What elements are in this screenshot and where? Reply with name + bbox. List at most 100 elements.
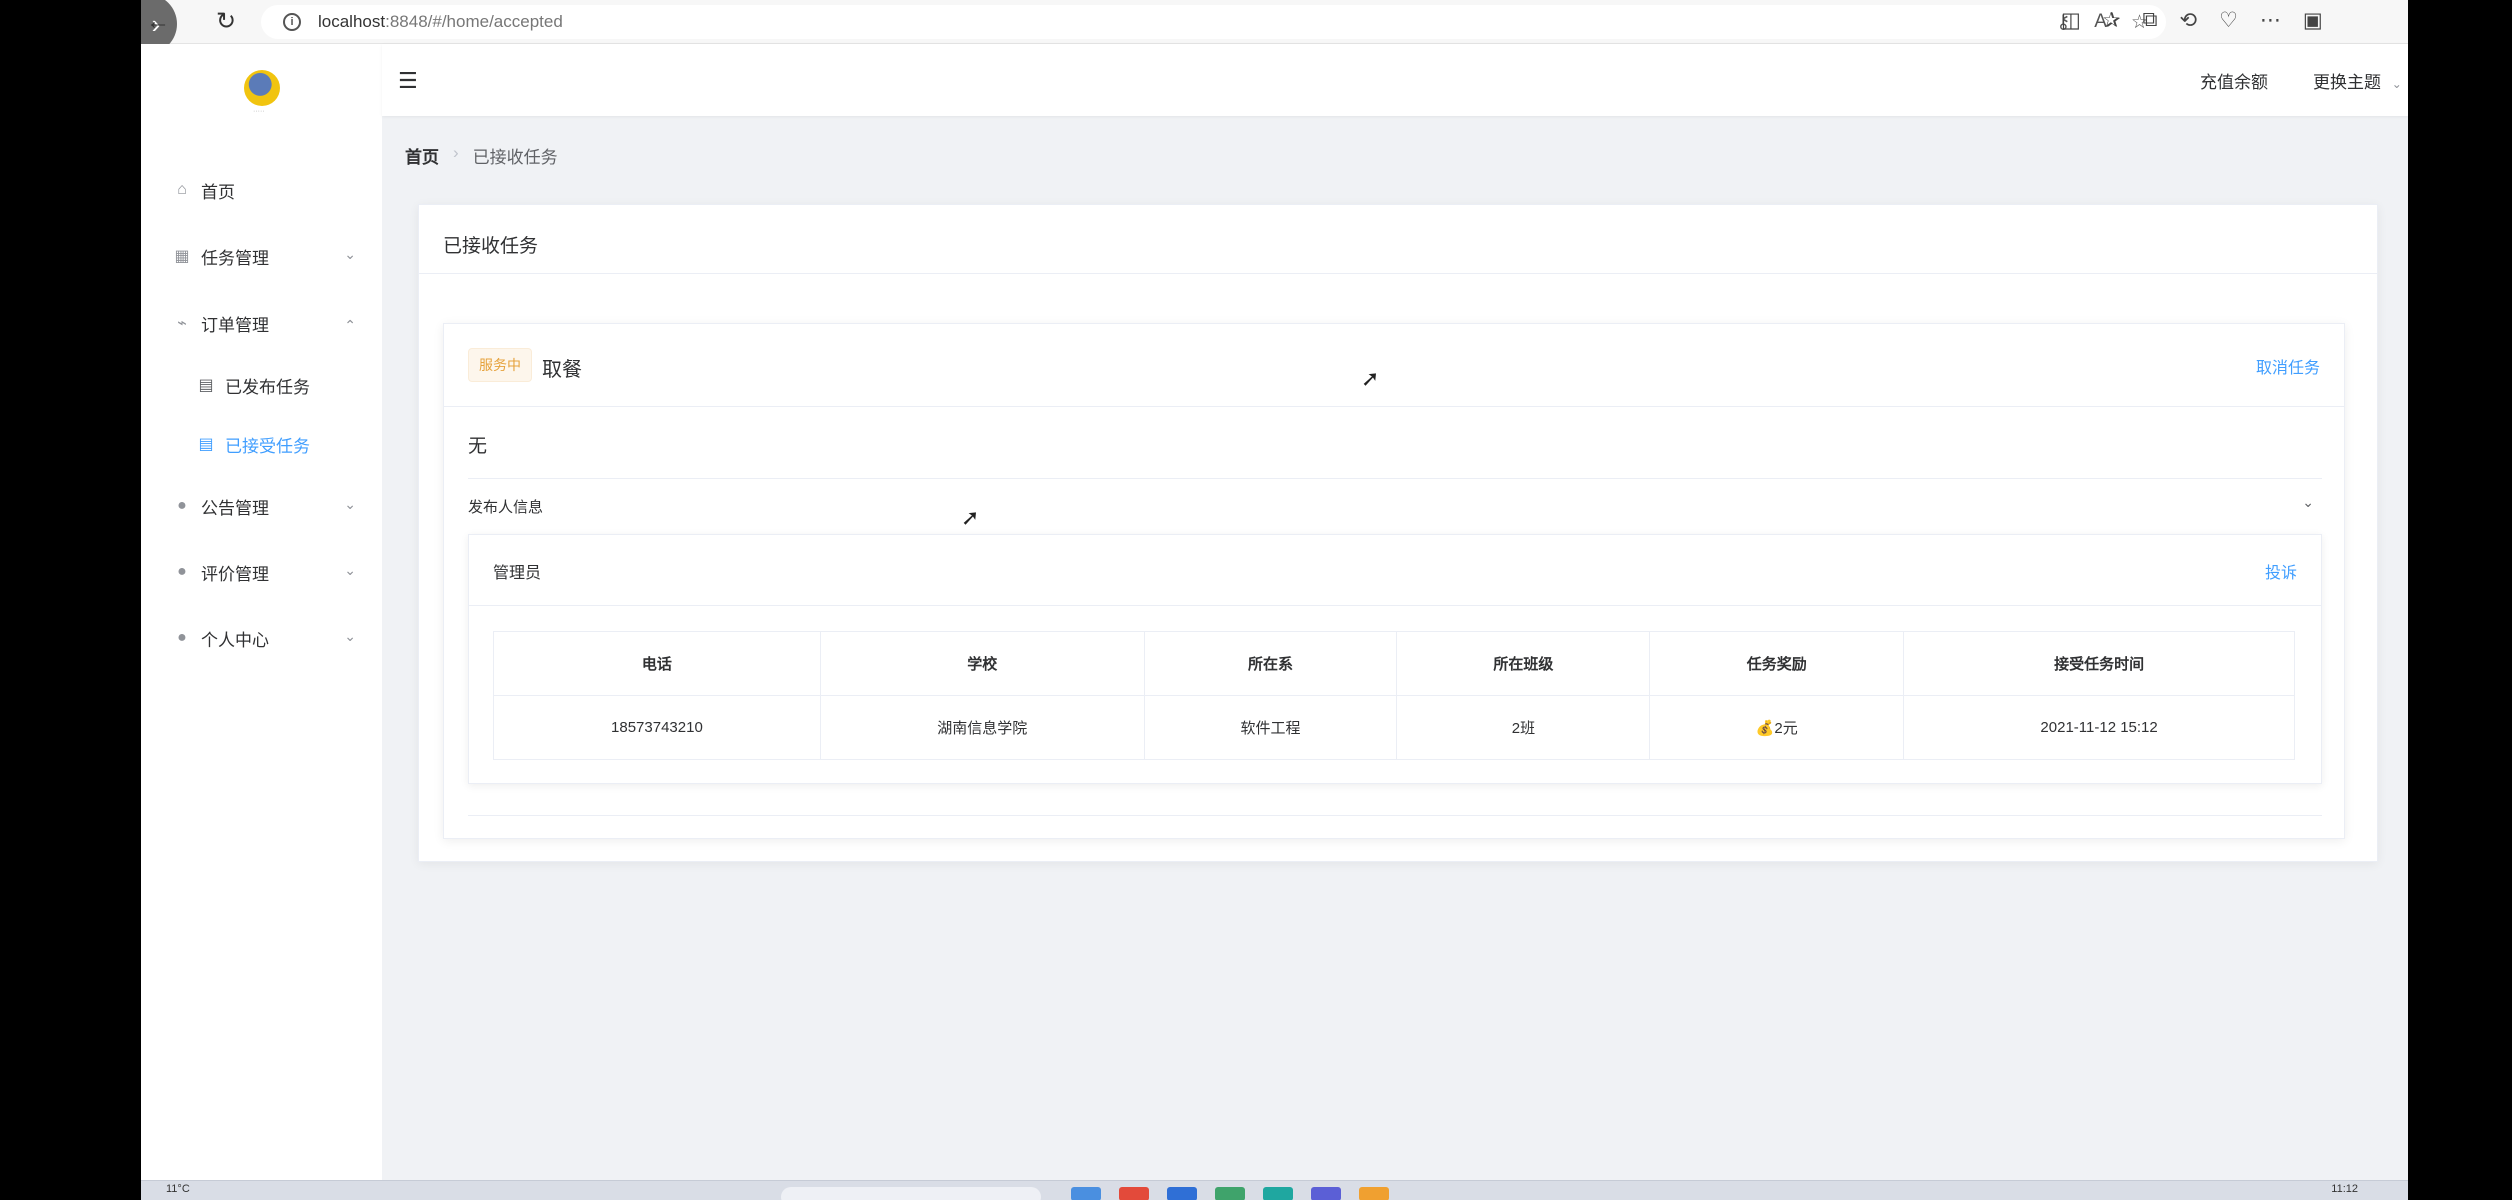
publisher-name: 管理员	[493, 565, 542, 582]
app-window: › ← ↻ i localhost:8848/#/home/accepted ⚷…	[141, 0, 2408, 1200]
task-card: 服务中 取餐 取消任务 无 发布人信息 ⌄ 管理员 投诉 电话 学校 所在系 所…	[443, 323, 2345, 839]
sidebar-item-published-tasks[interactable]: ▤ 已发布任务	[141, 363, 382, 407]
favorites-icon[interactable]: ✰	[2103, 8, 2121, 33]
sidebar-item-label: 评价管理	[201, 564, 269, 584]
top-header: ☰ 充值余额 更换主题 ⌄ 李 ⌄	[382, 44, 2408, 116]
os-taskbar: 11°C 11:12	[141, 1180, 2408, 1200]
publisher-card: 管理员 投诉 电话 学校 所在系 所在班级 任务奖励 接受任务时间 185737…	[468, 534, 2322, 784]
collections-icon[interactable]: ⧉	[2142, 8, 2157, 33]
weather-widget[interactable]: 11°C	[166, 1183, 190, 1195]
sidebar-item-label: 已接受任务	[225, 436, 310, 456]
publisher-section-header[interactable]: 发布人信息	[468, 496, 543, 517]
clipboard-icon: ▤	[198, 436, 214, 453]
sidebar-item-label: 公告管理	[201, 498, 269, 518]
home-icon: ⌂	[177, 181, 187, 198]
sidebar-item-accepted-tasks[interactable]: ▤ 已接受任务	[141, 422, 382, 466]
divider	[469, 605, 2321, 606]
sidebar-item-label: 首页	[201, 182, 235, 202]
paperclip-icon: ⌁	[177, 315, 187, 332]
chevron-down-icon: ⌄	[344, 628, 356, 644]
task-description: 无	[468, 436, 488, 457]
chevron-down-icon: ⌄	[344, 246, 356, 262]
refresh-icon[interactable]: ↻	[212, 8, 240, 36]
sidebar-item-order-management[interactable]: ⌁ 订单管理 ⌃	[141, 301, 382, 345]
column-header: 学校	[819, 631, 1145, 696]
more-icon[interactable]: ⋯	[2260, 8, 2281, 33]
breadcrumb-current: 已接收任务	[472, 148, 558, 167]
mouse-cursor-icon: ➚	[961, 505, 980, 530]
breadcrumb-home[interactable]: 首页	[405, 143, 439, 168]
page-title: 已接收任务	[443, 236, 539, 257]
table-cell: 18573743210	[493, 695, 821, 760]
breadcrumb-separator-icon: ›	[453, 143, 459, 162]
back-icon[interactable]: ←	[144, 8, 172, 36]
sidebar-icon[interactable]: ▣	[2303, 8, 2323, 33]
mouse-cursor-icon: ➚	[1361, 366, 1380, 391]
taskbar-app-icons	[1071, 1187, 1389, 1200]
app-icon[interactable]	[1071, 1187, 1101, 1200]
change-theme-dropdown[interactable]: 更换主题 ⌄	[2313, 68, 2402, 93]
app-icon[interactable]	[1263, 1187, 1293, 1200]
cancel-task-button[interactable]: 取消任务	[2256, 354, 2320, 378]
taskbar-search[interactable]	[781, 1187, 1041, 1200]
extensions-icon[interactable]: ♡	[2219, 8, 2238, 33]
column-header: 所在班级	[1396, 631, 1651, 696]
chevron-down-icon: ⌄	[344, 496, 356, 512]
task-name: 取餐	[542, 359, 582, 381]
app-logo[interactable]	[244, 70, 280, 106]
history-icon[interactable]: ⟲	[2179, 8, 2197, 33]
accepted-tasks-card: 已接收任务 服务中 取餐 取消任务 无 发布人信息 ⌄ 管理员 投诉 电话 学校…	[418, 204, 2378, 862]
divider	[419, 273, 2377, 274]
divider	[468, 815, 2322, 816]
menu-toggle-icon[interactable]: ☰	[398, 70, 418, 92]
sidebar-item-label: 个人中心	[201, 630, 269, 650]
browser-toolbar: › ← ↻ i localhost:8848/#/home/accepted ⚷…	[141, 0, 2408, 54]
logo-caption: ·····	[253, 108, 265, 115]
taskbar-clock[interactable]: 11:12	[2331, 1183, 2358, 1195]
status-badge: 服务中	[468, 348, 532, 382]
chevron-down-icon[interactable]: ⌄	[2302, 494, 2314, 511]
user-icon: ●	[177, 563, 187, 580]
address-bar[interactable]: i localhost:8848/#/home/accepted ⚷ A ☆	[261, 5, 2166, 39]
site-info-icon[interactable]: i	[283, 13, 301, 31]
report-button[interactable]: 投诉	[2265, 559, 2297, 583]
column-header: 所在系	[1143, 631, 1398, 696]
table-cell: 湖南信息学院	[819, 695, 1145, 760]
sidebar-item-task-management[interactable]: ▦ 任务管理 ⌄	[141, 234, 382, 278]
divider	[444, 406, 2344, 407]
table-cell: 2021-11-12 15:12	[1903, 695, 2295, 760]
recharge-balance-button[interactable]: 充值余额	[2200, 68, 2268, 93]
reward-cell: 💰2元	[1649, 695, 1905, 760]
app-icon[interactable]	[1311, 1187, 1341, 1200]
chevron-up-icon: ⌃	[344, 317, 356, 333]
change-theme-label: 更换主题	[2313, 73, 2381, 92]
sidebar-item-label: 已发布任务	[225, 377, 310, 397]
divider	[468, 478, 2322, 479]
publisher-info-table: 电话 学校 所在系 所在班级 任务奖励 接受任务时间 18573743210 湖…	[493, 631, 2295, 760]
app-icon[interactable]	[1359, 1187, 1389, 1200]
app-icon[interactable]	[1167, 1187, 1197, 1200]
url-text[interactable]: localhost:8848/#/home/accepted	[318, 12, 563, 32]
column-header: 接受任务时间	[1903, 631, 2295, 696]
table-row: 18573743210 湖南信息学院 软件工程 2班 💰2元 2021-11-1…	[493, 695, 2295, 760]
table-cell: 软件工程	[1143, 695, 1398, 760]
sidebar-item-home[interactable]: ⌂ 首页	[141, 168, 382, 212]
column-header: 电话	[493, 631, 821, 696]
sidebar-item-reviews[interactable]: ● 评价管理 ⌄	[141, 550, 382, 594]
sidebar: ····· ⌂ 首页 ▦ 任务管理 ⌄ ⌁ 订单管理 ⌃ ▤ 已发布任务 ▤ 已…	[141, 44, 382, 1180]
sidebar-item-profile[interactable]: ● 个人中心 ⌄	[141, 616, 382, 660]
split-screen-icon[interactable]: ◫	[2061, 8, 2081, 33]
app-icon[interactable]	[1215, 1187, 1245, 1200]
chevron-down-icon: ⌄	[344, 562, 356, 578]
table-cell: 2班	[1396, 695, 1651, 760]
sidebar-item-announcements[interactable]: ● 公告管理 ⌄	[141, 484, 382, 528]
sidebar-item-label: 订单管理	[201, 315, 269, 335]
breadcrumb: 首页 › 已接收任务	[405, 143, 558, 168]
app-icon[interactable]	[1119, 1187, 1149, 1200]
user-icon: ●	[177, 497, 187, 514]
building-icon: ▦	[174, 248, 190, 265]
chevron-down-icon: ⌄	[2391, 77, 2402, 91]
column-header: 任务奖励	[1649, 631, 1905, 696]
table-header-row: 电话 学校 所在系 所在班级 任务奖励 接受任务时间	[493, 631, 2295, 696]
sidebar-item-label: 任务管理	[201, 248, 269, 268]
